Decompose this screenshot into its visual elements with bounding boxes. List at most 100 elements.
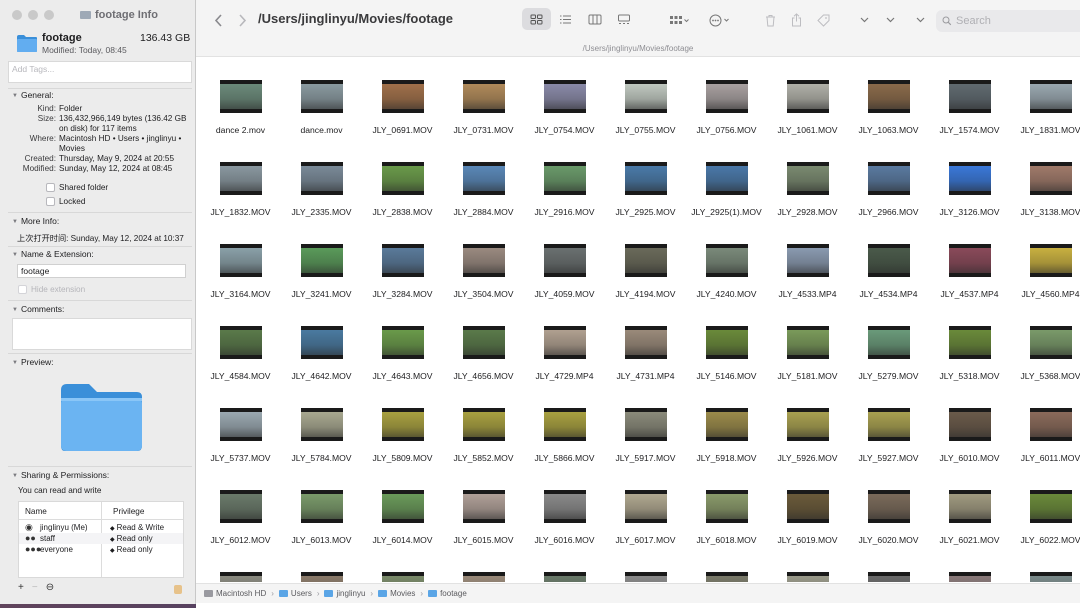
file-item[interactable]: JLY_4533.MP4 bbox=[767, 222, 848, 304]
sharing-section-header[interactable]: ▼ Sharing & Permissions: bbox=[12, 470, 109, 480]
file-item[interactable]: JLY_5918.MOV bbox=[686, 386, 767, 468]
tags-field[interactable]: Add Tags... bbox=[8, 61, 192, 83]
file-item[interactable]: dance 2.mov bbox=[200, 58, 281, 140]
toolbar-dropdown-2[interactable] bbox=[884, 9, 896, 31]
name-extension-section-header[interactable]: ▼ Name & Extension: bbox=[12, 249, 94, 259]
minimize-button[interactable] bbox=[28, 10, 38, 20]
file-item[interactable]: JLY_4656.MOV bbox=[443, 304, 524, 386]
file-item[interactable]: JLY_4240.MOV bbox=[686, 222, 767, 304]
file-item[interactable]: JLY_2925.MOV bbox=[605, 140, 686, 222]
file-item[interactable] bbox=[1010, 550, 1080, 582]
file-item[interactable]: JLY_2916.MOV bbox=[524, 140, 605, 222]
file-item[interactable]: JLY_5318.MOV bbox=[929, 304, 1010, 386]
breadcrumb-item[interactable]: Users bbox=[278, 589, 312, 598]
column-header-name[interactable]: Name bbox=[25, 507, 47, 516]
file-item[interactable]: JLY_2884.MOV bbox=[443, 140, 524, 222]
tag-button[interactable] bbox=[815, 9, 831, 31]
action-menu-button[interactable] bbox=[707, 9, 733, 31]
file-item[interactable] bbox=[362, 550, 443, 582]
file-item[interactable] bbox=[848, 550, 929, 582]
file-item[interactable]: JLY_6013.MOV bbox=[281, 468, 362, 550]
hide-extension-checkbox[interactable]: Hide extension bbox=[18, 285, 85, 294]
file-item[interactable]: JLY_5917.MOV bbox=[605, 386, 686, 468]
file-item[interactable]: JLY_4731.MP4 bbox=[605, 304, 686, 386]
table-row[interactable]: ●●● everyone ◆ Read only bbox=[19, 544, 183, 555]
file-item[interactable]: JLY_4584.MOV bbox=[200, 304, 281, 386]
column-header-privilege[interactable]: Privilege bbox=[113, 507, 144, 516]
file-item[interactable]: JLY_6019.MOV bbox=[767, 468, 848, 550]
checkbox-box[interactable] bbox=[46, 197, 55, 206]
comments-field[interactable] bbox=[12, 318, 192, 350]
file-item[interactable]: JLY_5181.MOV bbox=[767, 304, 848, 386]
file-item[interactable]: JLY_4534.MP4 bbox=[848, 222, 929, 304]
breadcrumb-item[interactable]: Movies bbox=[378, 589, 415, 598]
file-item[interactable]: JLY_5368.MOV bbox=[1010, 304, 1080, 386]
table-row[interactable]: ●● staff ◆ Read only bbox=[19, 533, 183, 544]
file-item[interactable]: JLY_0755.MOV bbox=[605, 58, 686, 140]
file-item[interactable]: JLY_4059.MOV bbox=[524, 222, 605, 304]
file-item[interactable]: JLY_0756.MOV bbox=[686, 58, 767, 140]
file-item[interactable]: JLY_5866.MOV bbox=[524, 386, 605, 468]
lock-icon[interactable] bbox=[174, 585, 182, 594]
file-item[interactable]: JLY_5927.MOV bbox=[848, 386, 929, 468]
file-item[interactable]: JLY_1832.MOV bbox=[200, 140, 281, 222]
file-item[interactable]: JLY_1574.MOV bbox=[929, 58, 1010, 140]
file-item[interactable]: JLY_5146.MOV bbox=[686, 304, 767, 386]
more-info-section-header[interactable]: ▼ More Info: bbox=[12, 216, 59, 226]
zoom-button[interactable] bbox=[44, 10, 54, 20]
file-item[interactable]: JLY_6021.MOV bbox=[929, 468, 1010, 550]
gallery-view-button[interactable] bbox=[609, 8, 638, 30]
file-item[interactable]: JLY_6018.MOV bbox=[686, 468, 767, 550]
file-item[interactable]: JLY_0731.MOV bbox=[443, 58, 524, 140]
file-item[interactable]: JLY_5926.MOV bbox=[767, 386, 848, 468]
file-item[interactable]: JLY_4537.MP4 bbox=[929, 222, 1010, 304]
file-item[interactable]: dance.mov bbox=[281, 58, 362, 140]
breadcrumb-item[interactable]: jinglinyu bbox=[324, 589, 365, 598]
file-item[interactable]: JLY_1831.MOV bbox=[1010, 58, 1080, 140]
preview-section-header[interactable]: ▼ Preview: bbox=[12, 357, 54, 367]
file-item[interactable]: JLY_6011.MOV bbox=[1010, 386, 1080, 468]
file-item[interactable] bbox=[524, 550, 605, 582]
file-item[interactable]: JLY_5279.MOV bbox=[848, 304, 929, 386]
toolbar-dropdown-3[interactable] bbox=[914, 9, 926, 31]
privilege-select[interactable]: ◆ Read only bbox=[110, 534, 153, 543]
file-item[interactable] bbox=[767, 550, 848, 582]
file-item[interactable]: JLY_6010.MOV bbox=[929, 386, 1010, 468]
file-item[interactable]: JLY_3126.MOV bbox=[929, 140, 1010, 222]
add-user-button[interactable]: + bbox=[18, 582, 24, 593]
shared-folder-checkbox[interactable]: Shared folder bbox=[46, 183, 108, 192]
file-item[interactable]: JLY_5809.MOV bbox=[362, 386, 443, 468]
file-item[interactable] bbox=[200, 550, 281, 582]
file-item[interactable] bbox=[443, 550, 524, 582]
file-item[interactable]: JLY_2966.MOV bbox=[848, 140, 929, 222]
file-item[interactable]: JLY_0754.MOV bbox=[524, 58, 605, 140]
privilege-select[interactable]: ◆ Read only bbox=[110, 545, 153, 554]
file-item[interactable] bbox=[605, 550, 686, 582]
file-item[interactable]: JLY_1061.MOV bbox=[767, 58, 848, 140]
file-item[interactable] bbox=[281, 550, 362, 582]
file-item[interactable]: JLY_2925(1).MOV bbox=[686, 140, 767, 222]
file-item[interactable]: JLY_6020.MOV bbox=[848, 468, 929, 550]
file-item[interactable]: JLY_6017.MOV bbox=[605, 468, 686, 550]
file-item[interactable]: JLY_4642.MOV bbox=[281, 304, 362, 386]
breadcrumb-item[interactable]: footage bbox=[428, 589, 467, 598]
file-item[interactable]: JLY_3138.MOV bbox=[1010, 140, 1080, 222]
search-input[interactable] bbox=[956, 15, 1076, 27]
file-item[interactable] bbox=[929, 550, 1010, 582]
comments-section-header[interactable]: ▼ Comments: bbox=[12, 304, 64, 314]
list-view-button[interactable] bbox=[551, 8, 580, 30]
group-by-button[interactable] bbox=[666, 9, 692, 31]
delete-button[interactable] bbox=[762, 9, 778, 31]
file-item[interactable]: JLY_6015.MOV bbox=[443, 468, 524, 550]
file-item[interactable]: JLY_5784.MOV bbox=[281, 386, 362, 468]
file-item[interactable]: JLY_2838.MOV bbox=[362, 140, 443, 222]
file-item[interactable]: JLY_6016.MOV bbox=[524, 468, 605, 550]
column-view-button[interactable] bbox=[580, 8, 609, 30]
share-button[interactable] bbox=[788, 9, 804, 31]
close-button[interactable] bbox=[12, 10, 22, 20]
privilege-select[interactable]: ◆ Read & Write bbox=[110, 523, 164, 532]
search-field[interactable] bbox=[936, 10, 1080, 32]
checkbox-box[interactable] bbox=[46, 183, 55, 192]
table-row[interactable]: ◉ jinglinyu (Me) ◆ Read & Write bbox=[19, 522, 183, 533]
name-field[interactable] bbox=[17, 264, 186, 278]
